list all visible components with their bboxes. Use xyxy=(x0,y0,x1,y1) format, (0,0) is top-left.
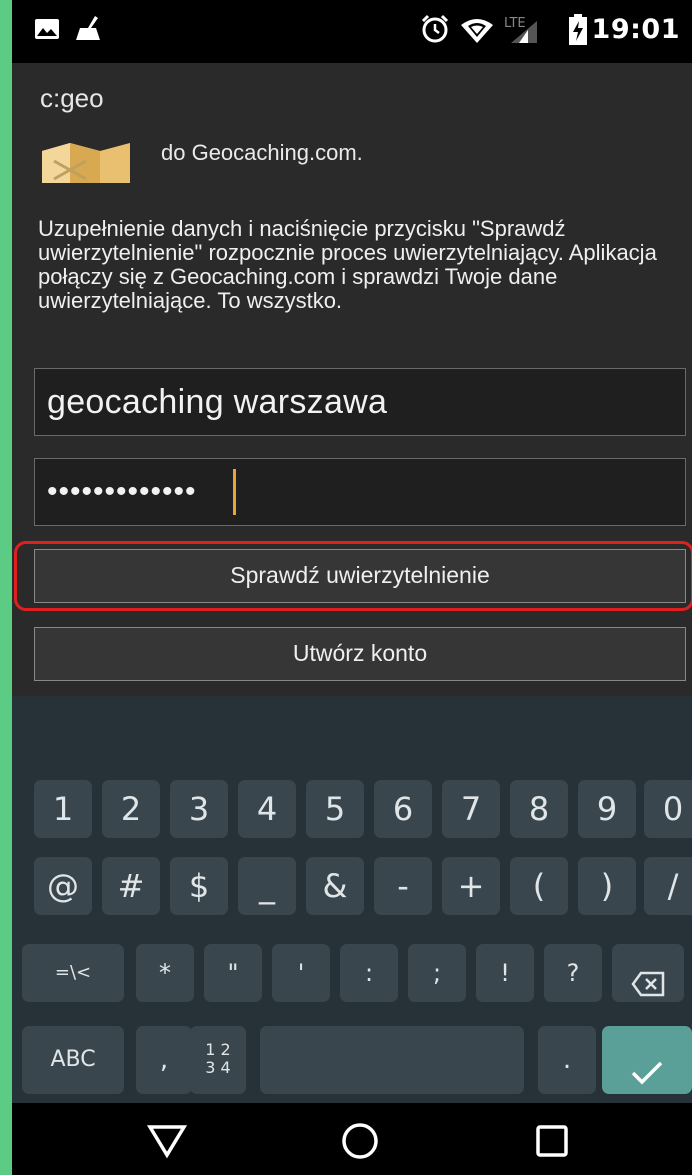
symbol-keyboard: 1 2 3 4 5 6 7 8 9 0 @ # $ _ & - + ( ) / … xyxy=(12,696,692,1103)
key-hash[interactable]: # xyxy=(102,857,160,915)
keyboard-row-punctuation: =\< * " ' : ; ! ? xyxy=(12,944,692,1002)
keyboard-row-bottom: ABC , 1 2 3 4 . xyxy=(12,1026,692,1094)
signal-icon xyxy=(510,20,538,49)
info-paragraph: Uzupełnienie danych i naciśnięcie przyci… xyxy=(38,216,657,313)
key-4[interactable]: 4 xyxy=(238,780,296,838)
key-0[interactable]: 0 xyxy=(644,780,692,838)
key-6[interactable]: 6 xyxy=(374,780,432,838)
key-open-paren[interactable]: ( xyxy=(510,857,568,915)
key-at[interactable]: @ xyxy=(34,857,92,915)
username-value: geocaching warszawa xyxy=(47,383,388,421)
back-icon[interactable] xyxy=(146,1123,188,1164)
intro-text: do Geocaching.com. xyxy=(161,140,363,165)
key-asterisk[interactable]: * xyxy=(136,944,194,1002)
create-account-button[interactable]: Utwórz konto xyxy=(34,627,686,681)
key-slash[interactable]: / xyxy=(644,857,692,915)
key-7[interactable]: 7 xyxy=(442,780,500,838)
alarm-icon xyxy=(420,14,450,49)
key-semicolon[interactable]: ; xyxy=(408,944,466,1002)
key-underscore[interactable]: _ xyxy=(238,857,296,915)
checkmark-icon xyxy=(602,1026,692,1114)
clock: 19:01 xyxy=(591,14,680,45)
key-close-paren[interactable]: ) xyxy=(578,857,636,915)
backspace-icon xyxy=(612,944,684,1018)
key-double-quote[interactable]: " xyxy=(204,944,262,1002)
keyboard-row-symbols: @ # $ _ & - + ( ) / xyxy=(12,857,692,915)
battery-icon xyxy=(568,14,588,51)
enter-key[interactable] xyxy=(602,1026,692,1094)
wifi-icon xyxy=(460,16,494,49)
key-minus[interactable]: - xyxy=(374,857,432,915)
status-bar: LTE 19:01 xyxy=(12,0,692,63)
navigation-bar xyxy=(12,1103,692,1175)
key-exclamation[interactable]: ! xyxy=(476,944,534,1002)
key-1[interactable]: 1 xyxy=(34,780,92,838)
key-more-symbols[interactable]: =\< xyxy=(22,944,124,1002)
backspace-key[interactable] xyxy=(612,944,684,1002)
password-value: ••••••••••••• xyxy=(47,475,197,508)
password-field[interactable]: ••••••••••••• xyxy=(34,458,686,526)
key-numpad[interactable]: 1 2 3 4 xyxy=(190,1026,246,1094)
phone-screen: LTE 19:01 c:geo do Geocaching.com. Uzupe… xyxy=(12,0,692,1175)
key-dollar[interactable]: $ xyxy=(170,857,228,915)
key-comma[interactable]: , xyxy=(136,1026,192,1094)
image-icon xyxy=(34,18,60,45)
key-9[interactable]: 9 xyxy=(578,780,636,838)
key-question[interactable]: ? xyxy=(544,944,602,1002)
text-cursor xyxy=(233,469,236,515)
username-field[interactable]: geocaching warszawa xyxy=(34,368,686,436)
key-period[interactable]: . xyxy=(538,1026,596,1094)
geocaching-map-icon xyxy=(40,141,132,188)
key-colon[interactable]: : xyxy=(340,944,398,1002)
key-space[interactable] xyxy=(260,1026,524,1094)
key-abc[interactable]: ABC xyxy=(22,1026,124,1094)
login-form: do Geocaching.com. Uzupełnienie danych i… xyxy=(12,133,692,696)
app-title: c:geo xyxy=(40,83,104,113)
key-5[interactable]: 5 xyxy=(306,780,364,838)
recents-icon[interactable] xyxy=(534,1123,570,1164)
key-3[interactable]: 3 xyxy=(170,780,228,838)
key-single-quote[interactable]: ' xyxy=(272,944,330,1002)
home-icon[interactable] xyxy=(340,1121,380,1166)
key-plus[interactable]: + xyxy=(442,857,500,915)
verify-credentials-button[interactable]: Sprawdź uwierzytelnienie xyxy=(34,549,686,603)
keyboard-row-digits: 1 2 3 4 5 6 7 8 9 0 xyxy=(12,780,692,838)
key-ampersand[interactable]: & xyxy=(306,857,364,915)
key-8[interactable]: 8 xyxy=(510,780,568,838)
app-bar: c:geo xyxy=(12,63,692,133)
cleanup-icon xyxy=(74,14,102,47)
key-2[interactable]: 2 xyxy=(102,780,160,838)
